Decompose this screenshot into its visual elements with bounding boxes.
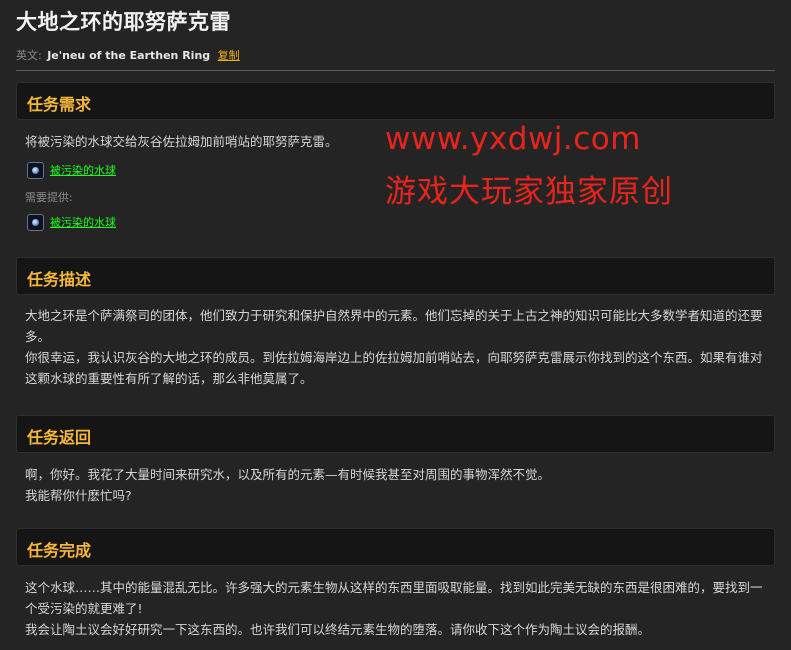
complete-line-1: 这个水球……其中的能量混乱无比。许多强大的元素生物从这样的东西里面吸取能量。找到… [25,580,763,616]
complete-line-2: 我会让陶土议会好好研究一下这东西的。也许我们可以终结元素生物的堕落。请你收下这个… [25,622,651,637]
return-line-2: 我能帮你什麽忙吗? [25,488,132,503]
quest-page: 大地之环的耶努萨克雷 英文: Je'neu of the Earthen Rin… [0,0,791,650]
return-line-1: 啊，你好。我花了大量时间来研究水，以及所有的元素—有时候我甚至对周围的事物浑然不… [25,467,551,482]
section-title-return: 任务返回 [27,428,92,447]
description-line-1: 大地之环是个萨满祭司的团体，他们致力于研究和保护自然界中的元素。他们忘掉的关于上… [25,308,763,344]
provided-item-row[interactable]: 被污染的水球 [27,212,116,232]
english-name: Je'neu of the Earthen Ring [47,49,211,62]
section-header-complete: 任务完成 [16,528,775,566]
provided-item-link[interactable]: 被污染的水球 [50,214,116,230]
copy-link[interactable]: 复制 [218,49,240,62]
watermark-url: www.yxdwj.com [385,121,641,157]
section-title-complete: 任务完成 [27,541,92,560]
return-text: 啊，你好。我花了大量时间来研究水，以及所有的元素—有时候我甚至对周围的事物浑然不… [25,464,775,506]
english-label: 英文: [16,49,42,62]
required-item-row[interactable]: 被污染的水球 [27,160,116,180]
watermark-slogan: 游戏大玩家独家原创 [385,174,673,210]
english-name-line: 英文: Je'neu of the Earthen Ring 复制 [16,47,240,63]
complete-text: 这个水球……其中的能量混乱无比。许多强大的元素生物从这样的东西里面吸取能量。找到… [25,577,770,640]
provided-label: 需要提供: [25,191,73,204]
required-item-link[interactable]: 被污染的水球 [50,162,116,178]
description-line-2: 你很幸运，我认识灰谷的大地之环的成员。到佐拉姆海岸边上的佐拉姆加前哨站去，向耶努… [25,350,763,386]
section-title-requirements: 任务需求 [27,95,92,114]
section-header-description: 任务描述 [16,257,775,295]
tainted-water-orb-icon[interactable] [27,161,44,179]
description-text: 大地之环是个萨满祭司的团体，他们致力于研究和保护自然界中的元素。他们忘掉的关于上… [25,305,770,389]
section-title-description: 任务描述 [27,270,92,289]
section-header-requirements: 任务需求 [16,82,775,120]
section-header-return: 任务返回 [16,415,775,453]
page-title: 大地之环的耶努萨克雷 [16,10,231,34]
tainted-water-orb-icon[interactable] [27,213,44,231]
title-divider [16,70,775,71]
